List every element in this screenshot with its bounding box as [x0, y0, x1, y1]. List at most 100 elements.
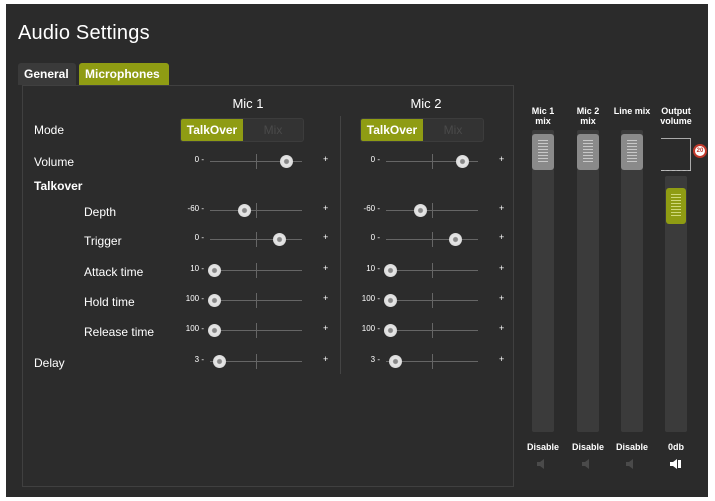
row-label-attack-time: Attack time [84, 265, 144, 279]
slider-knob[interactable] [388, 355, 402, 368]
slider-knob[interactable] [384, 294, 397, 307]
line-mix-label: Line mix [613, 106, 651, 116]
slider-max-label: + [323, 154, 329, 164]
slider-knob[interactable] [280, 155, 294, 168]
fader-handle[interactable] [621, 134, 643, 170]
fader-handle[interactable] [532, 134, 554, 170]
output-level-meter [661, 138, 691, 171]
speaker-icon[interactable] [669, 458, 683, 470]
slider-max-label: + [323, 323, 329, 333]
slider-knob[interactable] [414, 204, 428, 217]
row-label-release-time: Release time [84, 325, 155, 339]
slider-min-label: 0 - [370, 233, 380, 242]
slider-min-label: 10 - [190, 264, 204, 273]
output-volume-state: 0db [667, 442, 684, 452]
slider-knob[interactable] [384, 324, 397, 337]
slider-knob[interactable] [208, 324, 221, 337]
slider-min-label: 3 - [370, 355, 380, 364]
mic1-mode-talkover-option[interactable]: TalkOver [181, 119, 243, 141]
column-divider [340, 116, 341, 374]
slider-knob[interactable] [272, 233, 286, 246]
slider-center-mark [256, 154, 257, 169]
mic1-delay-slider[interactable]: 3 - + [184, 352, 334, 372]
column-header-mic2: Mic 2 [410, 96, 442, 111]
slider-min-label: -60 - [363, 204, 380, 213]
mic1-release-time-slider[interactable]: 100 - + [184, 321, 334, 341]
slider-min-label: 100 - [185, 294, 204, 303]
mic2-trigger-slider[interactable]: 0 - + [360, 230, 510, 250]
slider-center-mark [432, 203, 433, 218]
row-label-volume: Volume [34, 155, 75, 169]
slider-knob[interactable] [384, 264, 397, 277]
mic2-volume-slider[interactable]: 0 - + [360, 152, 510, 172]
output-volume-label: Output volume [660, 106, 692, 126]
speaker-icon[interactable] [581, 458, 595, 470]
microphones-panel [22, 85, 514, 487]
slider-max-label: + [499, 232, 505, 242]
slider-min-label: -60 - [187, 204, 204, 213]
slider-center-mark [432, 232, 433, 247]
slider-knob[interactable] [238, 204, 252, 217]
mic1-depth-slider[interactable]: -60 - + [184, 201, 334, 221]
slider-min-label: 0 - [370, 155, 380, 164]
mic2-depth-slider[interactable]: -60 - + [360, 201, 510, 221]
slider-min-label: 100 - [185, 324, 204, 333]
mic1-mix-fader[interactable] [532, 130, 554, 432]
mic2-mode-mix-option[interactable]: Mix [423, 119, 483, 141]
row-label-mode: Mode [34, 123, 65, 137]
mic1-volume-slider[interactable]: 0 - + [184, 152, 334, 172]
slider-center-mark [432, 154, 433, 169]
fader-handle[interactable] [577, 134, 599, 170]
slider-min-label: 3 - [194, 355, 204, 364]
row-label-talkover: Talkover [34, 179, 83, 193]
mic1-mode-toggle[interactable]: TalkOver Mix [180, 118, 304, 142]
mic2-attack-time-slider[interactable]: 10 - + [360, 261, 510, 281]
slider-center-mark [432, 263, 433, 278]
mic2-release-time-slider[interactable]: 100 - + [360, 321, 510, 341]
slider-max-label: + [499, 323, 505, 333]
slider-min-label: 0 - [194, 155, 204, 164]
column-header-mic1: Mic 1 [232, 96, 264, 111]
slider-max-label: + [499, 263, 505, 273]
slider-knob[interactable] [208, 294, 221, 307]
tab-microphones[interactable]: Microphones [79, 63, 169, 85]
mic1-mix-label: Mic 1 mix [531, 106, 555, 126]
mic1-attack-time-slider[interactable]: 10 - + [184, 261, 334, 281]
mic2-mode-toggle[interactable]: TalkOver Mix [360, 118, 484, 142]
slider-center-mark [256, 293, 257, 308]
slider-min-label: 10 - [366, 264, 380, 273]
speaker-icon[interactable] [625, 458, 639, 470]
slider-max-label: + [499, 354, 505, 364]
mic1-mode-mix-option[interactable]: Mix [243, 119, 303, 141]
slider-center-mark [432, 354, 433, 369]
slider-min-label: 100 - [361, 324, 380, 333]
row-label-trigger: Trigger [84, 234, 122, 248]
slider-knob[interactable] [456, 155, 470, 168]
mic1-hold-time-slider[interactable]: 100 - + [184, 291, 334, 311]
slider-min-label: 100 - [361, 294, 380, 303]
slider-knob[interactable] [448, 233, 462, 246]
mic2-mode-talkover-option[interactable]: TalkOver [361, 119, 423, 141]
slider-max-label: + [499, 154, 505, 164]
slider-center-mark [432, 323, 433, 338]
slider-knob[interactable] [208, 264, 221, 277]
slider-min-label: 0 - [194, 233, 204, 242]
slider-center-mark [432, 293, 433, 308]
mic1-trigger-slider[interactable]: 0 - + [184, 230, 334, 250]
mic1-mix-state: Disable [526, 442, 559, 452]
line-mix-fader[interactable] [621, 130, 643, 432]
slider-max-label: + [499, 293, 505, 303]
mic2-mix-fader[interactable] [577, 130, 599, 432]
row-label-delay: Delay [34, 356, 65, 370]
page-title: Audio Settings [18, 22, 150, 44]
slider-knob[interactable] [212, 355, 226, 368]
mic2-delay-slider[interactable]: 3 - + [360, 352, 510, 372]
slider-center-mark [256, 203, 257, 218]
slider-max-label: + [323, 354, 329, 364]
slider-max-label: + [323, 263, 329, 273]
mic2-mix-label: Mic 2 mix [576, 106, 600, 126]
tab-general[interactable]: General [18, 63, 76, 85]
output-volume-handle[interactable] [666, 188, 686, 224]
speaker-icon[interactable] [536, 458, 550, 470]
mic2-hold-time-slider[interactable]: 100 - + [360, 291, 510, 311]
